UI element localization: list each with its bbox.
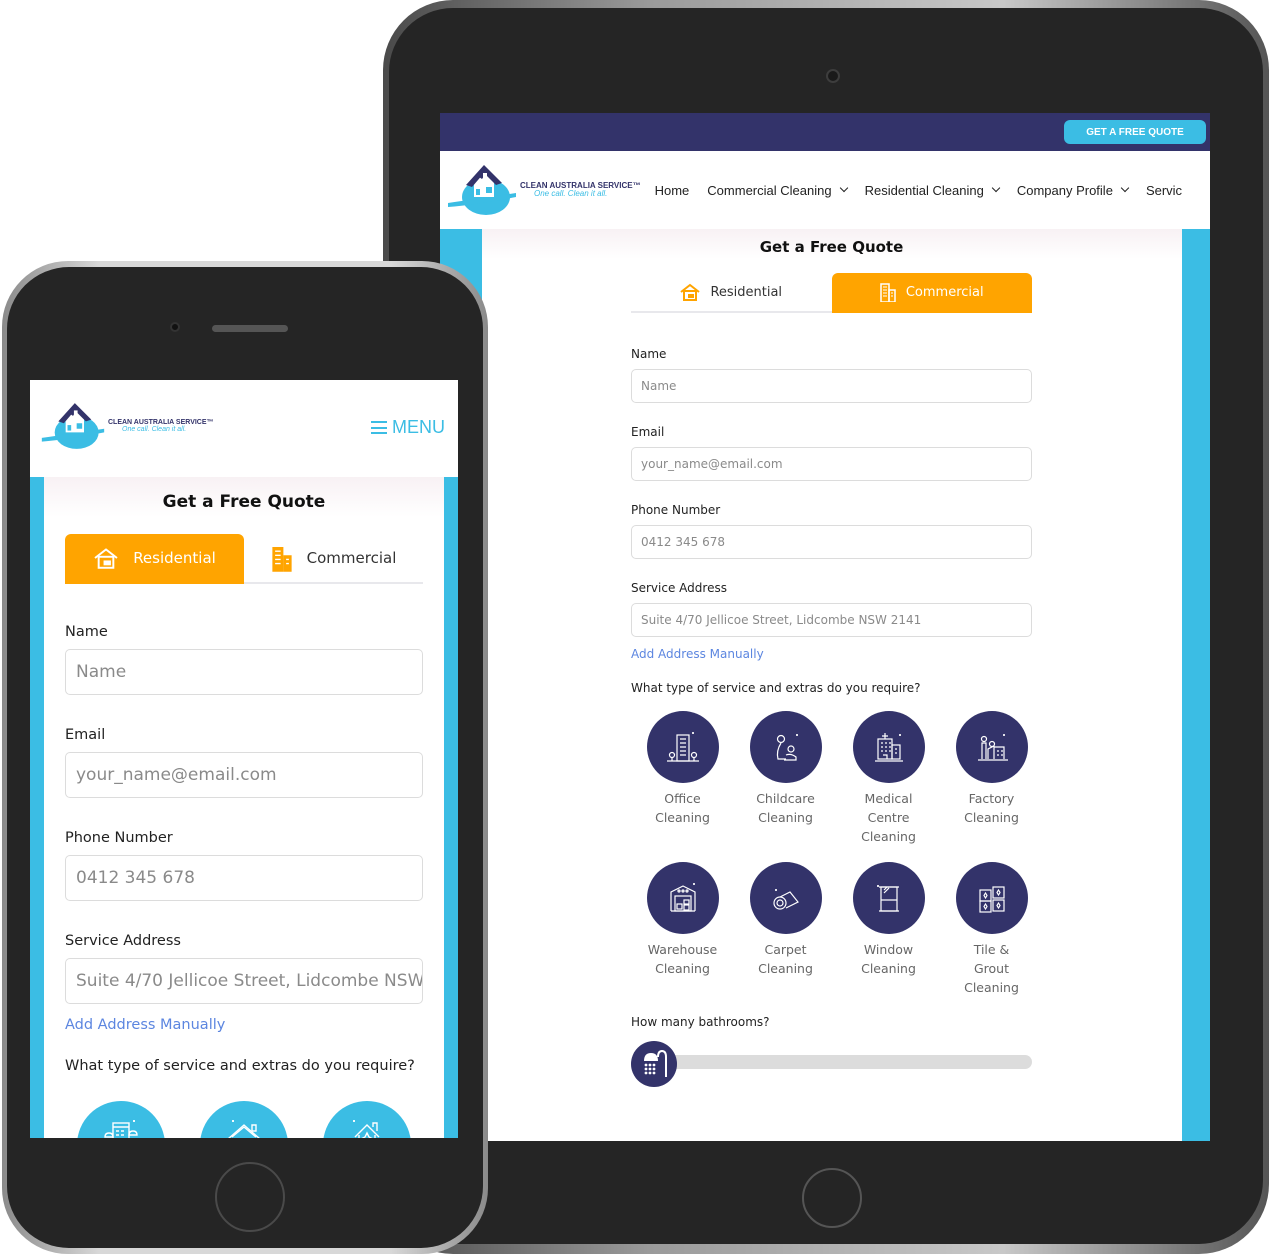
service-carpet-cleaning[interactable]: Carpet Cleaning	[734, 862, 837, 1013]
logo-title: CLEAN AUSTRALIA SERVICE™	[108, 418, 214, 426]
phone-label: Phone Number	[631, 503, 721, 517]
quote-form: Get a Free Quote Residential Commercial …	[631, 229, 1032, 1087]
logo[interactable]: CLEAN AUSTRALIA SERVICE™ One call. Clean…	[40, 401, 214, 451]
phone-label: Phone Number	[65, 830, 173, 846]
name-label: Name	[65, 624, 108, 640]
service-options	[65, 1101, 423, 1138]
email-label: Email	[631, 425, 665, 439]
carpet-roll-icon	[772, 889, 799, 910]
services-question: What type of service and extras do you r…	[631, 681, 921, 695]
service-option-house[interactable]	[200, 1101, 288, 1138]
address-input[interactable]: Suite 4/70 Jellicoe Street, Lidcombe NSW…	[65, 958, 423, 1004]
factory-icon	[977, 734, 1008, 761]
property-type-tabs: Residential Commercial	[631, 273, 1032, 313]
add-address-manually-link[interactable]: Add Address Manually	[631, 647, 1032, 661]
chevron-down-icon	[991, 183, 1001, 193]
email-input[interactable]: your_name@email.com	[65, 752, 423, 798]
slider-thumb[interactable]	[631, 1041, 677, 1087]
nav-item-commercial-cleaning[interactable]: Commercial Cleaning	[707, 183, 848, 198]
name-input[interactable]: Name	[631, 369, 1032, 403]
office-building-icon	[666, 732, 699, 762]
form-title: Get a Free Quote	[162, 492, 326, 512]
chevron-down-icon	[839, 183, 848, 193]
nav-item-services[interactable]: Servic	[1146, 183, 1182, 198]
property-type-tabs: Residential Commercial	[65, 534, 423, 584]
nav-item-residential-cleaning[interactable]: Residential Cleaning	[865, 183, 1001, 198]
service-window-cleaning[interactable]: Window Cleaning	[837, 862, 940, 1013]
apartment-icon	[104, 1120, 138, 1138]
logo-tagline: One call. Clean it all.	[534, 189, 608, 198]
menu-button[interactable]: MENU	[371, 417, 445, 438]
tablet-home-button	[802, 1168, 862, 1228]
service-option-apartment[interactable]	[77, 1101, 165, 1138]
email-label: Email	[65, 727, 106, 743]
hospital-icon	[874, 733, 903, 762]
tab-commercial[interactable]: Commercial	[831, 273, 1032, 313]
add-address-manually-link[interactable]: Add Address Manually	[65, 1017, 423, 1033]
window-icon	[876, 885, 899, 912]
service-option-house-sparkle[interactable]	[323, 1101, 411, 1138]
building-icon	[880, 283, 896, 302]
address-label: Service Address	[631, 581, 727, 595]
get-free-quote-button[interactable]: GET A FREE QUOTE	[1064, 120, 1206, 144]
tab-commercial[interactable]: Commercial	[244, 534, 423, 584]
phone-camera	[170, 322, 180, 332]
warehouse-icon	[669, 883, 696, 912]
house-sparkle-icon	[353, 1120, 380, 1138]
nav-item-company-profile[interactable]: Company Profile	[1017, 183, 1130, 198]
nav-item-home[interactable]: Home	[655, 183, 690, 198]
house-icon	[94, 548, 118, 569]
nav-menu: Home Commercial Cleaning Residential Cle…	[655, 183, 1200, 198]
logo[interactable]: CLEAN AUSTRALIA SERVICE™ One call. Clean…	[446, 163, 641, 217]
services-question: What type of service and extras do you r…	[65, 1058, 415, 1074]
phone-screen: CLEAN AUSTRALIA SERVICE™ One call. Clean…	[30, 380, 458, 1138]
bathrooms-question: How many bathrooms?	[631, 1015, 770, 1029]
tab-residential[interactable]: Residential	[65, 534, 244, 584]
quote-card: Get a Free Quote Residential Commercial …	[44, 477, 444, 1138]
logo-house-icon	[448, 165, 516, 215]
service-medical-centre-cleaning[interactable]: Medical Centre Cleaning	[837, 711, 940, 846]
phone-input[interactable]: 0412 345 678	[631, 525, 1032, 559]
tab-residential[interactable]: Residential	[631, 273, 832, 313]
service-warehouse-cleaning[interactable]: Warehouse Cleaning	[631, 862, 734, 1013]
house-outline-icon	[228, 1120, 260, 1138]
building-icon	[272, 547, 292, 572]
phone-input[interactable]: 0412 345 678	[65, 855, 423, 901]
service-office-cleaning[interactable]: Office Cleaning	[631, 711, 734, 846]
top-bar: GET A FREE QUOTE	[440, 113, 1210, 151]
hamburger-icon	[371, 421, 387, 434]
logo-tagline: One call. Clean it all.	[122, 425, 187, 433]
name-label: Name	[631, 347, 667, 361]
address-label: Service Address	[65, 933, 181, 949]
chevron-down-icon	[1120, 183, 1130, 193]
tablet-screen: GET A FREE QUOTE CLEAN AUSTRALIA SERVICE…	[440, 113, 1210, 1141]
email-input[interactable]: your_name@email.com	[631, 447, 1032, 481]
main-navigation: CLEAN AUSTRALIA SERVICE™ One call. Clean…	[440, 151, 1210, 229]
service-factory-cleaning[interactable]: Factory Cleaning	[940, 711, 1043, 846]
service-childcare-cleaning[interactable]: Childcare Cleaning	[734, 711, 837, 846]
name-input[interactable]: Name	[65, 649, 423, 695]
phone-home-button	[215, 1162, 285, 1232]
form-title: Get a Free Quote	[759, 238, 904, 256]
address-input[interactable]: Suite 4/70 Jellicoe Street, Lidcombe NSW…	[631, 603, 1032, 637]
quote-card: Get a Free Quote Residential Commercial …	[482, 229, 1182, 1141]
quote-form: Get a Free Quote Residential Commercial …	[65, 477, 423, 1138]
mobile-header: CLEAN AUSTRALIA SERVICE™ One call. Clean…	[30, 380, 458, 477]
tablet-camera	[826, 69, 840, 83]
tiles-icon	[978, 886, 1005, 913]
phone-speaker	[212, 325, 288, 332]
house-icon	[680, 283, 701, 301]
shower-icon	[644, 1049, 667, 1077]
slider-track[interactable]	[641, 1055, 1032, 1069]
logo-house-icon	[41, 402, 105, 449]
childcare-icon	[776, 734, 798, 761]
service-tile-grout-cleaning[interactable]: Tile & Grout Cleaning	[940, 862, 1043, 1013]
bathrooms-slider[interactable]	[631, 1041, 1032, 1087]
service-options: Office Cleaning Childcare Cleaning Medical…	[631, 711, 1032, 1013]
